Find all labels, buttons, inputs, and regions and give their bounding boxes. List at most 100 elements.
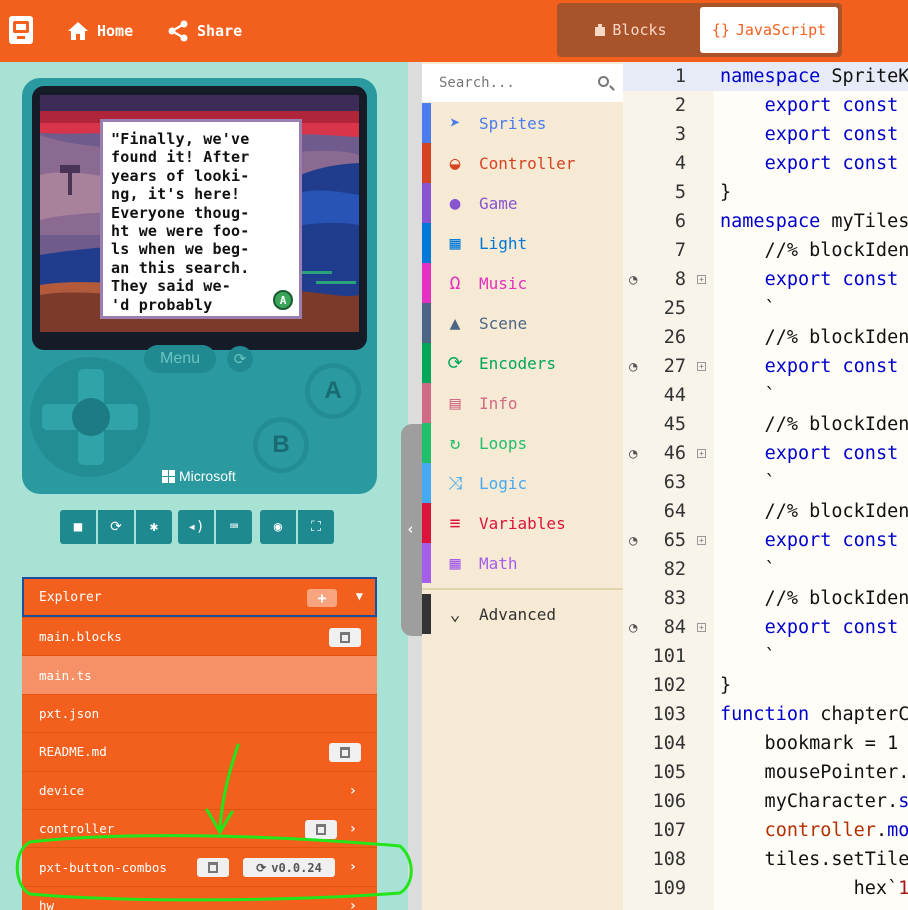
javascript-mode-button[interactable]: {} JavaScript	[700, 7, 838, 53]
code-line[interactable]: 107 controller.mo	[623, 816, 908, 845]
file-row-main-blocks[interactable]: main.blocks	[22, 617, 377, 656]
category-loops[interactable]: ↻ Loops	[422, 423, 623, 463]
code-line[interactable]: 102}	[623, 671, 908, 700]
code-line[interactable]: 63 `	[623, 468, 908, 497]
palette-icon[interactable]: ◔	[629, 620, 637, 636]
code-line[interactable]: 83 //% blockIden	[623, 584, 908, 613]
home-button[interactable]: Home	[67, 17, 133, 45]
trash-icon[interactable]	[329, 628, 361, 647]
update-version-button[interactable]: ⟳ v0.0.24	[243, 858, 335, 878]
code-line[interactable]: ◔ +65 export const	[623, 526, 908, 555]
code-line[interactable]: 105 mousePointer.	[623, 758, 908, 787]
code-line[interactable]: 101 `	[623, 642, 908, 671]
code-text: export const	[764, 443, 899, 464]
trash-icon[interactable]	[197, 858, 229, 878]
fold-expand-icon[interactable]: +	[697, 362, 706, 371]
category-game[interactable]: ● Game	[422, 183, 623, 223]
code-line[interactable]: 108 tiles.setTile	[623, 845, 908, 874]
code-line[interactable]: 64 //% blockIden	[623, 497, 908, 526]
code-line[interactable]: 5}	[623, 178, 908, 207]
dpad[interactable]	[30, 357, 150, 477]
file-row-main-ts[interactable]: main.ts	[22, 655, 377, 694]
share-button[interactable]: Share	[167, 17, 242, 45]
package-row-hw[interactable]: hw ›	[22, 885, 377, 910]
category-encoders[interactable]: ⟳ Encoders	[422, 343, 623, 383]
blocks-mode-button[interactable]: Blocks	[564, 7, 697, 53]
code-line[interactable]: 44 `	[623, 381, 908, 410]
code-line[interactable]: 106 myCharacter.s	[623, 787, 908, 816]
explorer-header[interactable]: Explorer + ▼	[22, 577, 377, 617]
code-line[interactable]: ◔ +27 export const	[623, 352, 908, 381]
chevron-down-icon: ⌄	[449, 603, 461, 625]
restart-icon[interactable]: ⟳	[98, 510, 134, 544]
palette-icon[interactable]: ◔	[629, 533, 637, 549]
trash-icon[interactable]	[305, 819, 337, 839]
code-line[interactable]: 104 bookmark = 1	[623, 729, 908, 758]
package-row-controller[interactable]: controller ›	[22, 808, 377, 848]
category-logic[interactable]: ⤨ Logic	[422, 463, 623, 503]
code-line[interactable]: 6 namespace myTiles	[623, 207, 908, 236]
code-line[interactable]: 4 export const	[623, 149, 908, 178]
code-line[interactable]: 109 hex`1	[623, 874, 908, 903]
trash-icon[interactable]	[329, 743, 361, 763]
top-bar: Home Share Blocks {} JavaScript	[0, 0, 908, 62]
collapse-simulator-handle[interactable]: ‹	[401, 424, 423, 636]
chevron-right-icon[interactable]: ›	[349, 783, 357, 799]
sound-icon[interactable]: ◂)	[178, 510, 214, 544]
code-line[interactable]: 26 //% blockIden	[623, 323, 908, 352]
category-music[interactable]: Ω Music	[422, 263, 623, 303]
debug-bug-icon[interactable]: ✱	[136, 510, 172, 544]
palette-icon[interactable]: ◔	[629, 359, 637, 375]
chevron-right-icon[interactable]: ›	[349, 898, 357, 910]
code-line[interactable]: 103 function chapterC	[623, 700, 908, 729]
chevron-down-icon[interactable]: ▼	[356, 589, 363, 603]
code-line[interactable]: 7 //% blockIden	[623, 236, 908, 265]
reset-icon[interactable]: ⟳	[227, 346, 253, 372]
button-a[interactable]: A	[305, 363, 361, 419]
category-sprites[interactable]: ➤ Sprites	[422, 103, 623, 143]
file-row-readme[interactable]: README.md	[22, 732, 377, 771]
code-line[interactable]: 2 export const	[623, 91, 908, 120]
category-advanced[interactable]: ⌄ Advanced	[422, 594, 623, 634]
category-light[interactable]: ▦ Light	[422, 223, 623, 263]
chevron-right-icon[interactable]: ›	[349, 821, 357, 837]
fold-expand-icon[interactable]: +	[697, 449, 706, 458]
game-screen[interactable]: "Finally, we've found it! After years of…	[40, 95, 359, 332]
code-editor[interactable]: 1 namespace SpriteK 2 export const 3 export…	[623, 62, 908, 910]
fold-expand-icon[interactable]: +	[697, 275, 706, 284]
fold-expand-icon[interactable]: +	[697, 623, 706, 632]
package-row-pxt-button-combos[interactable]: pxt-button-combos ⟳ v0.0.24 ›	[22, 847, 377, 886]
category-info[interactable]: ▤ Info	[422, 383, 623, 423]
code-line[interactable]: 3 export const	[623, 120, 908, 149]
package-row-device[interactable]: device ›	[22, 770, 377, 809]
menu-button[interactable]: Menu	[144, 345, 216, 373]
toolbox-search-input[interactable]: Search...	[422, 64, 623, 102]
code-line[interactable]: 25 `	[623, 294, 908, 323]
category-scene[interactable]: ▲ Scene	[422, 303, 623, 343]
keyboard-icon[interactable]: ⌨	[216, 510, 252, 544]
search-icon	[598, 76, 609, 87]
fold-expand-icon[interactable]: +	[697, 536, 706, 545]
category-controller[interactable]: ◒ Controller	[422, 143, 623, 183]
chevron-right-icon[interactable]: ›	[349, 859, 357, 875]
file-row-pxt-json[interactable]: pxt.json	[22, 693, 377, 733]
add-file-icon[interactable]: +	[307, 589, 337, 607]
code-line[interactable]: 45 //% blockIden	[623, 410, 908, 439]
code-line[interactable]: ◔ +8 export const	[623, 265, 908, 294]
code-line[interactable]: ◔ +84 export const	[623, 613, 908, 642]
arcade-logo-icon[interactable]	[9, 16, 33, 44]
code-line[interactable]: 82 `	[623, 555, 908, 584]
file-name: main.ts	[39, 667, 92, 683]
fullscreen-icon[interactable]: ⛶	[298, 510, 334, 544]
category-variables[interactable]: ≡ Variables	[422, 503, 623, 543]
code-line[interactable]: ◔ +46 export const	[623, 439, 908, 468]
palette-icon[interactable]: ◔	[629, 272, 637, 288]
category-math[interactable]: ▦ Math	[422, 543, 623, 583]
code-line[interactable]: 1 namespace SpriteK	[623, 62, 908, 91]
button-b[interactable]: B	[253, 417, 309, 473]
palette-icon[interactable]: ◔	[629, 446, 637, 462]
stop-icon[interactable]: ■	[60, 510, 96, 544]
screenshot-camera-icon[interactable]: ◉	[260, 510, 296, 544]
share-label: Share	[197, 22, 243, 40]
code-text: namespace myTiles	[720, 211, 908, 232]
